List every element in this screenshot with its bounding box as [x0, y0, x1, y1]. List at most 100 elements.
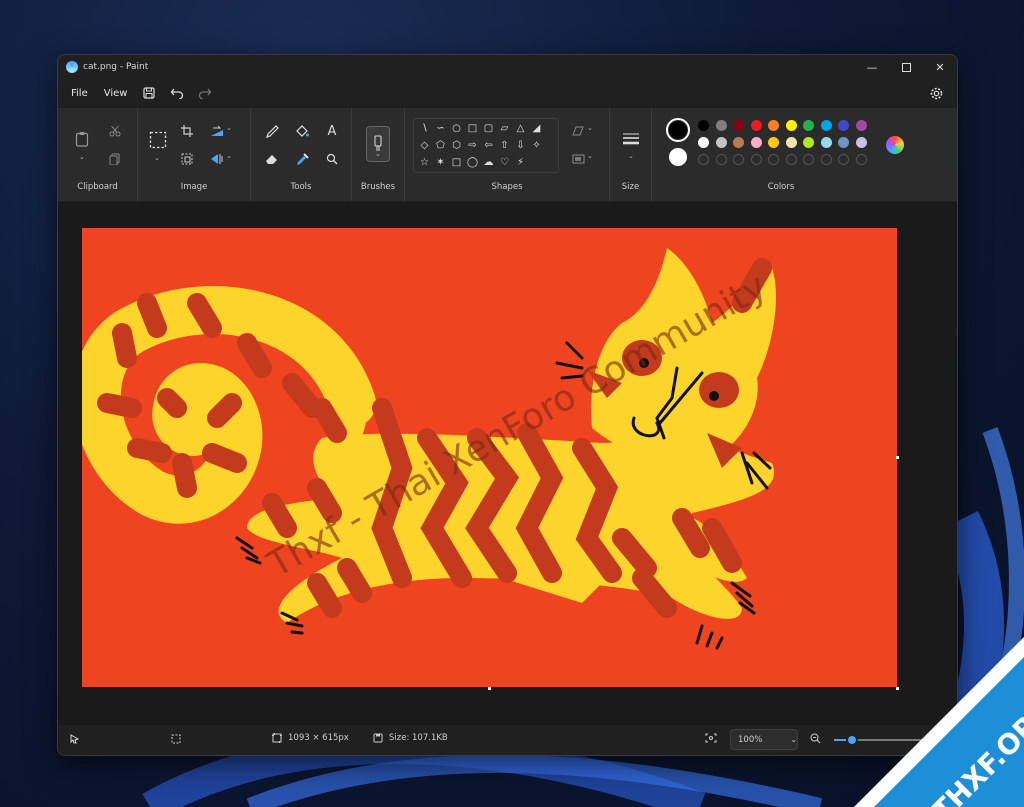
palette-color-swatch[interactable] — [803, 120, 814, 131]
fit-to-window-button[interactable] — [705, 733, 717, 743]
menu-view[interactable]: View — [97, 84, 135, 103]
paste-button[interactable] — [73, 130, 91, 148]
palette-color-swatch[interactable] — [733, 120, 744, 131]
select-button[interactable] — [148, 130, 168, 150]
paste-chevron-icon[interactable]: ⌄ — [79, 153, 85, 161]
palette-color-swatch[interactable] — [803, 137, 814, 148]
curve-shape-icon[interactable]: ∽ — [434, 122, 447, 135]
pencil-tool[interactable] — [263, 122, 281, 140]
magnifier-tool[interactable] — [323, 150, 341, 168]
undo-button[interactable] — [164, 82, 190, 104]
save-button[interactable] — [136, 82, 162, 104]
group-label-image: Image — [180, 182, 208, 192]
polygon-shape-icon[interactable]: ▱ — [498, 122, 511, 135]
palette-color-swatch[interactable] — [698, 120, 709, 131]
palette-color-swatch[interactable] — [820, 137, 832, 148]
flip-button[interactable] — [208, 150, 226, 168]
text-tool[interactable]: A — [323, 122, 341, 140]
custom-color-slot[interactable] — [768, 154, 779, 165]
palette-color-swatch[interactable] — [820, 120, 832, 131]
diamond-shape-icon[interactable]: ◇ — [418, 139, 431, 152]
custom-color-slot[interactable] — [855, 154, 867, 165]
palette-color-swatch[interactable] — [785, 120, 797, 131]
left-arrow-shape-icon[interactable]: ⇦ — [482, 139, 495, 152]
palette-color-swatch[interactable] — [715, 137, 727, 148]
custom-color-slot[interactable] — [820, 154, 832, 165]
palette-color-swatch[interactable] — [750, 120, 762, 131]
close-button[interactable]: ✕ — [923, 55, 957, 79]
copy-button[interactable] — [106, 150, 124, 168]
palette-color-swatch[interactable] — [838, 120, 849, 131]
palette-color-swatch[interactable] — [855, 137, 867, 148]
resize-button[interactable] — [178, 150, 196, 168]
five-point-star-shape-icon[interactable]: ☆ — [418, 156, 431, 169]
palette-color-swatch[interactable] — [768, 137, 779, 148]
right-triangle-shape-icon[interactable]: ◢ — [530, 122, 543, 135]
shape-fill-button[interactable] — [569, 150, 587, 168]
pentagon-shape-icon[interactable]: ⬠ — [434, 139, 447, 152]
custom-color-slot[interactable] — [750, 154, 762, 165]
fill-tool[interactable] — [293, 122, 311, 140]
primary-color-button[interactable] — [666, 118, 690, 142]
resize-handle-bottom[interactable] — [488, 687, 491, 690]
line-shape-icon[interactable]: ∖ — [418, 122, 431, 135]
redo-button[interactable] — [192, 82, 218, 104]
rotate-chevron-icon[interactable]: ⌄ — [226, 124, 232, 132]
hexagon-shape-icon[interactable]: ⬡ — [450, 139, 463, 152]
down-arrow-shape-icon[interactable]: ⇩ — [514, 139, 527, 152]
custom-color-slot[interactable] — [715, 154, 727, 165]
six-point-star-shape-icon[interactable]: ✶ — [434, 156, 447, 169]
rotate-button[interactable] — [208, 122, 226, 140]
zoom-dropdown[interactable]: 100% ⌄ — [730, 729, 798, 750]
up-arrow-shape-icon[interactable]: ⇧ — [498, 139, 511, 152]
drawing-canvas[interactable]: Thxf - Thai XenForo Community — [82, 228, 897, 687]
palette-color-swatch[interactable] — [855, 120, 867, 131]
palette-color-swatch[interactable] — [785, 137, 797, 148]
four-point-star-shape-icon[interactable]: ✧ — [530, 139, 543, 152]
outline-chevron-icon[interactable]: ⌄ — [587, 124, 593, 132]
custom-color-slot[interactable] — [785, 154, 797, 165]
palette-color-swatch[interactable] — [715, 120, 727, 131]
palette-color-swatch[interactable] — [768, 120, 779, 131]
maximize-button[interactable] — [889, 55, 923, 79]
right-arrow-shape-icon[interactable]: ⇨ — [466, 139, 479, 152]
brushes-chevron-icon[interactable]: ⌄ — [375, 150, 381, 158]
rounded-rectangle-shape-icon[interactable]: ▢ — [482, 122, 495, 135]
zoom-out-button[interactable] — [810, 733, 821, 744]
palette-color-swatch[interactable] — [698, 137, 709, 148]
callout-oval-shape-icon[interactable]: ◯ — [466, 156, 479, 169]
size-chevron-icon[interactable]: ⌄ — [628, 152, 634, 160]
oval-shape-icon[interactable]: ○ — [450, 122, 463, 135]
callout-cloud-shape-icon[interactable]: ☁ — [482, 156, 495, 169]
clipboard-group: ⌄ Clipboard — [58, 108, 138, 201]
ribbon-toolbar: ⌄ Clipboard ⌄ ⌄ ⌄ Image A Tools ⌄ Brushe… — [58, 107, 957, 201]
callout-rectangle-shape-icon[interactable]: □ — [450, 156, 463, 169]
cut-button[interactable] — [106, 122, 124, 140]
resize-handle-right[interactable] — [896, 456, 899, 459]
triangle-shape-icon[interactable]: △ — [514, 122, 527, 135]
custom-color-slot[interactable] — [803, 154, 814, 165]
eraser-tool[interactable] — [263, 150, 281, 168]
color-picker-tool[interactable] — [293, 150, 311, 168]
custom-color-slot[interactable] — [698, 154, 709, 165]
flip-chevron-icon[interactable]: ⌄ — [226, 152, 232, 160]
crop-button[interactable] — [178, 122, 196, 140]
rectangle-shape-icon[interactable]: □ — [466, 122, 479, 135]
custom-color-slot[interactable] — [733, 154, 744, 165]
size-button[interactable] — [622, 130, 640, 148]
select-chevron-icon[interactable]: ⌄ — [154, 154, 160, 162]
secondary-color-button[interactable] — [669, 148, 687, 166]
palette-color-swatch[interactable] — [838, 137, 849, 148]
edit-colors-button[interactable] — [886, 136, 904, 154]
palette-color-swatch[interactable] — [733, 137, 744, 148]
shape-outline-button[interactable] — [569, 122, 587, 140]
lightning-shape-icon[interactable]: ⚡ — [514, 156, 527, 169]
fill-chevron-icon[interactable]: ⌄ — [587, 152, 593, 160]
menu-file[interactable]: File — [64, 84, 95, 103]
palette-color-swatch[interactable] — [750, 137, 762, 148]
menu-bar: File View — [58, 79, 957, 107]
custom-color-slot[interactable] — [838, 154, 849, 165]
settings-button[interactable] — [925, 82, 947, 104]
heart-shape-icon[interactable]: ♡ — [498, 156, 511, 169]
minimize-button[interactable]: — — [855, 55, 889, 79]
